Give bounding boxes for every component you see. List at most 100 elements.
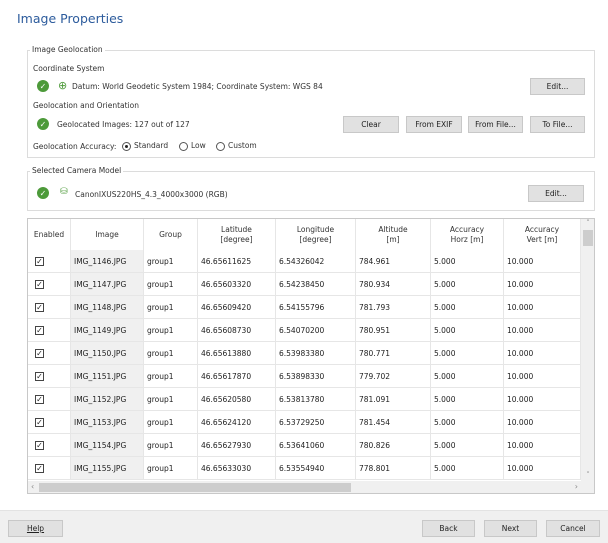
cell-image: IMG_1146.JPG — [71, 250, 144, 273]
enabled-checkbox[interactable]: ✓ — [35, 325, 44, 335]
to-file-button[interactable]: To File... — [530, 116, 585, 133]
cell-group: group1 — [144, 296, 198, 319]
from-file-button[interactable]: From File... — [468, 116, 523, 133]
column-header-accuracy-horz[interactable]: Accuracy Horz [m] — [431, 219, 504, 251]
enabled-checkbox[interactable]: ✓ — [35, 279, 44, 289]
column-header-enabled[interactable]: Enabled — [28, 219, 71, 251]
cell-latitude: 46.65613880 — [198, 342, 276, 365]
cell-enabled[interactable]: ✓ — [28, 342, 71, 365]
cell-latitude: 46.65611625 — [198, 250, 276, 273]
back-button[interactable]: Back — [422, 520, 475, 537]
cell-longitude: 6.54238450 — [276, 273, 356, 296]
cell-altitude: 781.454 — [356, 411, 431, 434]
column-header-accuracy-vert[interactable]: Accuracy Vert [m] — [504, 219, 581, 251]
header-line: Altitude — [378, 225, 408, 234]
cell-enabled[interactable]: ✓ — [28, 250, 71, 273]
clear-button[interactable]: Clear — [343, 116, 399, 133]
scroll-down-icon[interactable]: ˅ — [581, 471, 594, 479]
coordinate-edit-button[interactable]: Edit... — [530, 78, 585, 95]
cell-enabled[interactable]: ✓ — [28, 457, 71, 480]
cell-altitude: 779.702 — [356, 365, 431, 388]
column-header-image[interactable]: Image — [71, 219, 144, 251]
enabled-checkbox[interactable]: ✓ — [35, 463, 44, 473]
accuracy-standard-radio[interactable]: Standard — [122, 141, 168, 151]
next-button[interactable]: Next — [484, 520, 537, 537]
cell-accuracy-vert: 10.000 — [504, 296, 581, 319]
cell-image: IMG_1152.JPG — [71, 388, 144, 411]
enabled-checkbox[interactable]: ✓ — [35, 302, 44, 312]
column-header-altitude[interactable]: Altitude [m] — [356, 219, 431, 251]
cell-image: IMG_1148.JPG — [71, 296, 144, 319]
cell-enabled[interactable]: ✓ — [28, 296, 71, 319]
camera-model-legend: Selected Camera Model — [30, 166, 124, 175]
table-row[interactable]: ✓ IMG_1150.JPG group1 46.65613880 6.53983380… — [28, 342, 581, 365]
cell-altitude: 778.801 — [356, 457, 431, 480]
cell-longitude: 6.53641060 — [276, 434, 356, 457]
scroll-right-icon[interactable]: › — [575, 482, 578, 491]
accuracy-low-radio[interactable]: Low — [179, 141, 206, 151]
horizontal-scroll-thumb[interactable] — [39, 483, 351, 492]
help-button[interactable]: Help — [8, 520, 63, 537]
cell-longitude: 6.54070200 — [276, 319, 356, 342]
cell-enabled[interactable]: ✓ — [28, 365, 71, 388]
enabled-checkbox[interactable]: ✓ — [35, 440, 44, 450]
scroll-up-icon[interactable]: ˄ — [581, 219, 594, 227]
header-line: Image — [95, 230, 119, 239]
radio-label: Custom — [228, 141, 257, 150]
cell-enabled[interactable]: ✓ — [28, 411, 71, 434]
cell-longitude: 6.53554940 — [276, 457, 356, 480]
cell-group: group1 — [144, 273, 198, 296]
cell-altitude: 780.771 — [356, 342, 431, 365]
table-row[interactable]: ✓ IMG_1152.JPG group1 46.65620580 6.53813780… — [28, 388, 581, 411]
cell-longitude: 6.53898330 — [276, 365, 356, 388]
enabled-checkbox[interactable]: ✓ — [35, 394, 44, 404]
table-row[interactable]: ✓ IMG_1147.JPG group1 46.65603320 6.54238450… — [28, 273, 581, 296]
camera-edit-button[interactable]: Edit... — [528, 185, 584, 202]
header-line: Enabled — [33, 230, 65, 239]
enabled-checkbox[interactable]: ✓ — [35, 371, 44, 381]
cell-group: group1 — [144, 411, 198, 434]
cell-altitude: 780.934 — [356, 273, 431, 296]
cell-image: IMG_1149.JPG — [71, 319, 144, 342]
column-header-longitude[interactable]: Longitude [degree] — [276, 219, 356, 251]
enabled-checkbox[interactable]: ✓ — [35, 417, 44, 427]
table-row[interactable]: ✓ IMG_1153.JPG group1 46.65624120 6.53729250… — [28, 411, 581, 434]
cell-image: IMG_1150.JPG — [71, 342, 144, 365]
horizontal-scrollbar[interactable]: ‹ › — [28, 481, 594, 493]
table-row[interactable]: ✓ IMG_1148.JPG group1 46.65609420 6.54155796… — [28, 296, 581, 319]
cell-latitude: 46.65608730 — [198, 319, 276, 342]
enabled-checkbox[interactable]: ✓ — [35, 256, 44, 266]
camera-model-text: CanonIXUS220HS_4.3_4000x3000 (RGB) — [75, 190, 228, 199]
geolocation-orientation-label: Geolocation and Orientation — [33, 101, 139, 110]
cell-longitude: 6.53813780 — [276, 388, 356, 411]
scroll-left-icon[interactable]: ‹ — [31, 482, 34, 491]
vertical-scrollbar[interactable]: ˄ ˅ — [581, 219, 594, 481]
column-header-group[interactable]: Group — [144, 219, 198, 251]
check-icon: ✓ — [37, 187, 49, 199]
table-row[interactable]: ✓ IMG_1154.JPG group1 46.65627930 6.53641060… — [28, 434, 581, 457]
header-unit: [m] — [386, 235, 400, 244]
from-exif-button[interactable]: From EXIF — [406, 116, 462, 133]
cell-image: IMG_1155.JPG — [71, 457, 144, 480]
cell-group: group1 — [144, 457, 198, 480]
table-row[interactable]: ✓ IMG_1155.JPG group1 46.65633030 6.53554940… — [28, 457, 581, 480]
cell-accuracy-vert: 10.000 — [504, 457, 581, 480]
table-row[interactable]: ✓ IMG_1151.JPG group1 46.65617870 6.53898330… — [28, 365, 581, 388]
cell-enabled[interactable]: ✓ — [28, 434, 71, 457]
column-header-latitude[interactable]: Latitude [degree] — [198, 219, 276, 251]
cell-longitude: 6.54326042 — [276, 250, 356, 273]
help-label: Help — [26, 524, 45, 533]
coordinate-system-text: Datum: World Geodetic System 1984; Coord… — [72, 82, 323, 91]
table-row[interactable]: ✓ IMG_1146.JPG group1 46.65611625 6.54326042… — [28, 250, 581, 273]
cell-altitude: 780.951 — [356, 319, 431, 342]
table-row[interactable]: ✓ IMG_1149.JPG group1 46.65608730 6.54070200… — [28, 319, 581, 342]
cell-longitude: 6.53729250 — [276, 411, 356, 434]
cell-enabled[interactable]: ✓ — [28, 273, 71, 296]
accuracy-custom-radio[interactable]: Custom — [216, 141, 257, 151]
cell-enabled[interactable]: ✓ — [28, 319, 71, 342]
vertical-scroll-thumb[interactable] — [583, 230, 593, 246]
cell-enabled[interactable]: ✓ — [28, 388, 71, 411]
cancel-button[interactable]: Cancel — [546, 520, 600, 537]
cell-accuracy-horz: 5.000 — [431, 457, 504, 480]
enabled-checkbox[interactable]: ✓ — [35, 348, 44, 358]
